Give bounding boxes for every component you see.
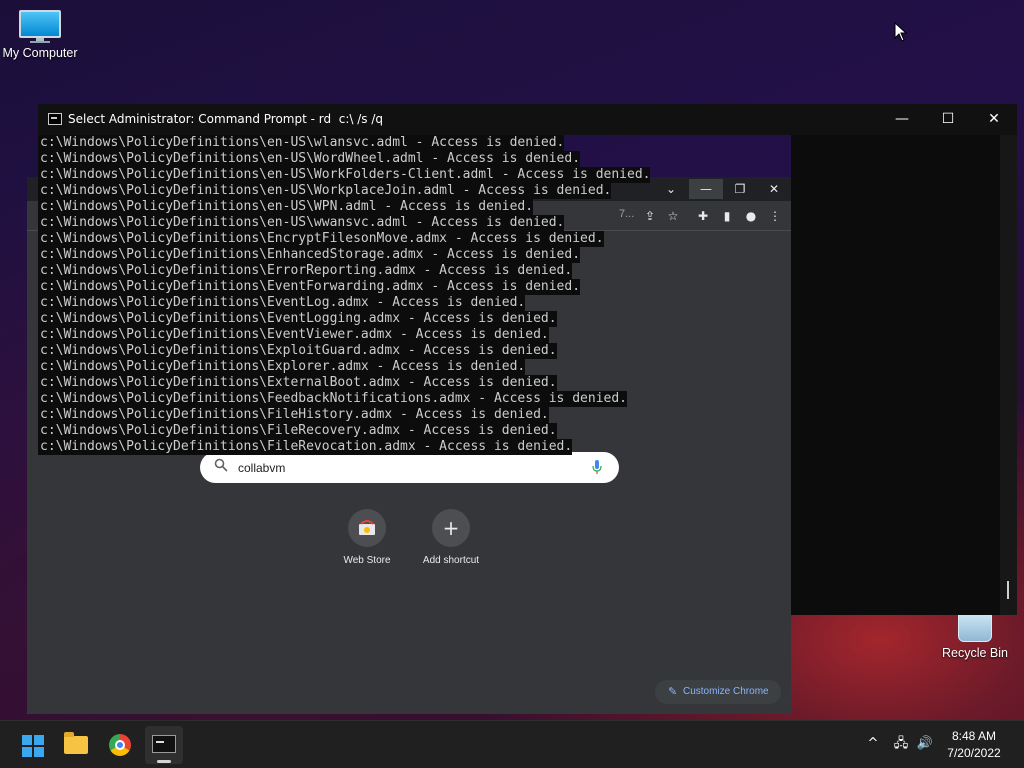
profile-icon[interactable]: ● <box>742 207 760 225</box>
taskbar: ^ 🖧 🔊 8:48 AM 7/20/2022 <box>0 720 1024 768</box>
cmd-output-line: c:\Windows\PolicyDefinitions\FeedbackNot… <box>38 391 627 407</box>
chrome-restore-button[interactable]: ❐ <box>723 179 757 199</box>
network-icon[interactable]: 🖧 <box>892 735 910 753</box>
bookmark-star-icon[interactable]: ☆ <box>664 207 682 225</box>
terminal-icon <box>152 735 176 753</box>
google-search-box[interactable] <box>200 452 619 483</box>
plus-icon: + <box>432 509 470 547</box>
chrome-close-button[interactable]: ✕ <box>757 179 791 199</box>
clock-time: 8:48 AM <box>951 729 997 743</box>
tray-chevron-icon[interactable]: ^ <box>864 735 882 753</box>
file-explorer-icon <box>64 732 88 754</box>
customize-chrome-label: Customize Chrome <box>683 686 769 697</box>
cmd-close-button[interactable]: ✕ <box>971 104 1017 135</box>
share-icon[interactable]: ⇪ <box>641 207 659 225</box>
voice-search-icon[interactable] <box>592 460 602 475</box>
active-app-indicator <box>157 760 171 763</box>
cmd-maximize-button[interactable]: ☐ <box>925 104 971 135</box>
desktop-icon-recycle-bin[interactable]: Recycle Bin <box>935 612 1015 660</box>
chrome-minimize-button[interactable]: — <box>689 179 723 199</box>
start-button[interactable] <box>13 726 51 764</box>
cmd-output-line: c:\Windows\PolicyDefinitions\en-US\WPN.a… <box>38 199 534 215</box>
cmd-output-line: c:\Windows\PolicyDefinitions\EventLoggin… <box>38 311 557 327</box>
new-tab-page <box>27 447 791 714</box>
taskbar-command-prompt[interactable] <box>145 726 183 764</box>
cmd-output-line: c:\Windows\PolicyDefinitions\en-US\WordW… <box>38 151 581 167</box>
cmd-output-line: c:\Windows\PolicyDefinitions\EventLog.ad… <box>38 295 526 311</box>
extensions-icon[interactable]: ✚ <box>694 207 712 225</box>
cmd-output-line: c:\Windows\PolicyDefinitions\EventViewer… <box>38 327 549 343</box>
desktop-icon-label: My Computer <box>2 46 78 60</box>
shortcut-add[interactable]: + Add shortcut <box>409 509 493 566</box>
desktop-icon-label: Recycle Bin <box>942 646 1008 660</box>
cmd-output-line: c:\Windows\PolicyDefinitions\EncryptFile… <box>38 231 604 247</box>
mouse-cursor-icon <box>894 22 908 42</box>
web-store-icon <box>348 509 386 547</box>
clock-date: 7/20/2022 <box>947 746 1001 760</box>
taskbar-file-explorer[interactable] <box>57 726 95 764</box>
taskbar-chrome[interactable] <box>101 726 139 764</box>
pencil-icon: ✎ <box>668 686 678 698</box>
cmd-output-line: c:\Windows\PolicyDefinitions\en-US\wlans… <box>38 135 565 151</box>
shortcut-label: Add shortcut <box>422 555 480 566</box>
start-icon <box>22 735 44 757</box>
desktop-icon-my-computer[interactable]: My Computer <box>0 10 80 60</box>
cmd-output-line: c:\Windows\PolicyDefinitions\en-US\wwans… <box>38 215 565 231</box>
cmd-output-line: c:\Windows\PolicyDefinitions\FileHistory… <box>38 407 549 423</box>
cmd-app-icon <box>48 113 62 125</box>
cmd-output-line: c:\Windows\PolicyDefinitions\en-US\WorkF… <box>38 167 651 183</box>
cmd-title: Select Administrator: Command Prompt - r… <box>68 112 384 126</box>
cmd-output-line: c:\Windows\PolicyDefinitions\EnhancedSto… <box>38 247 581 263</box>
omnibox-url-fragment[interactable]: 7... <box>619 208 634 220</box>
cmd-output-line: c:\Windows\PolicyDefinitions\en-US\Workp… <box>38 183 612 199</box>
cmd-titlebar[interactable]: Select Administrator: Command Prompt - r… <box>38 104 1017 135</box>
cmd-output-line: c:\Windows\PolicyDefinitions\EventForwar… <box>38 279 581 295</box>
computer-icon <box>19 10 61 43</box>
cmd-output-line: c:\Windows\PolicyDefinitions\ExternalBoo… <box>38 375 557 391</box>
chrome-menu-icon[interactable]: ⋮ <box>766 207 784 225</box>
cmd-minimize-button[interactable]: — <box>879 104 925 135</box>
recycle-bin-icon <box>958 612 992 642</box>
customize-chrome-button[interactable]: ✎ Customize Chrome <box>655 680 781 704</box>
search-icon <box>214 458 228 472</box>
cmd-output-line: c:\Windows\PolicyDefinitions\ErrorReport… <box>38 263 573 279</box>
taskbar-clock[interactable]: 8:48 AM 7/20/2022 <box>928 728 1020 762</box>
tab-search-button[interactable]: ⌄ <box>654 179 688 199</box>
cmd-output-line: c:\Windows\PolicyDefinitions\ExploitGuar… <box>38 343 557 359</box>
shortcut-web-store[interactable]: Web Store <box>325 509 409 566</box>
search-input[interactable] <box>238 458 578 477</box>
side-panel-icon[interactable]: ▮ <box>718 207 736 225</box>
cmd-output-line: c:\Windows\PolicyDefinitions\FileRecover… <box>38 423 557 439</box>
cmd-output-line: c:\Windows\PolicyDefinitions\FileRevocat… <box>38 439 573 455</box>
shortcut-label: Web Store <box>343 555 391 566</box>
chrome-icon <box>109 734 131 756</box>
cmd-console-area <box>791 135 1017 615</box>
cmd-output-line: c:\Windows\PolicyDefinitions\Explorer.ad… <box>38 359 526 375</box>
